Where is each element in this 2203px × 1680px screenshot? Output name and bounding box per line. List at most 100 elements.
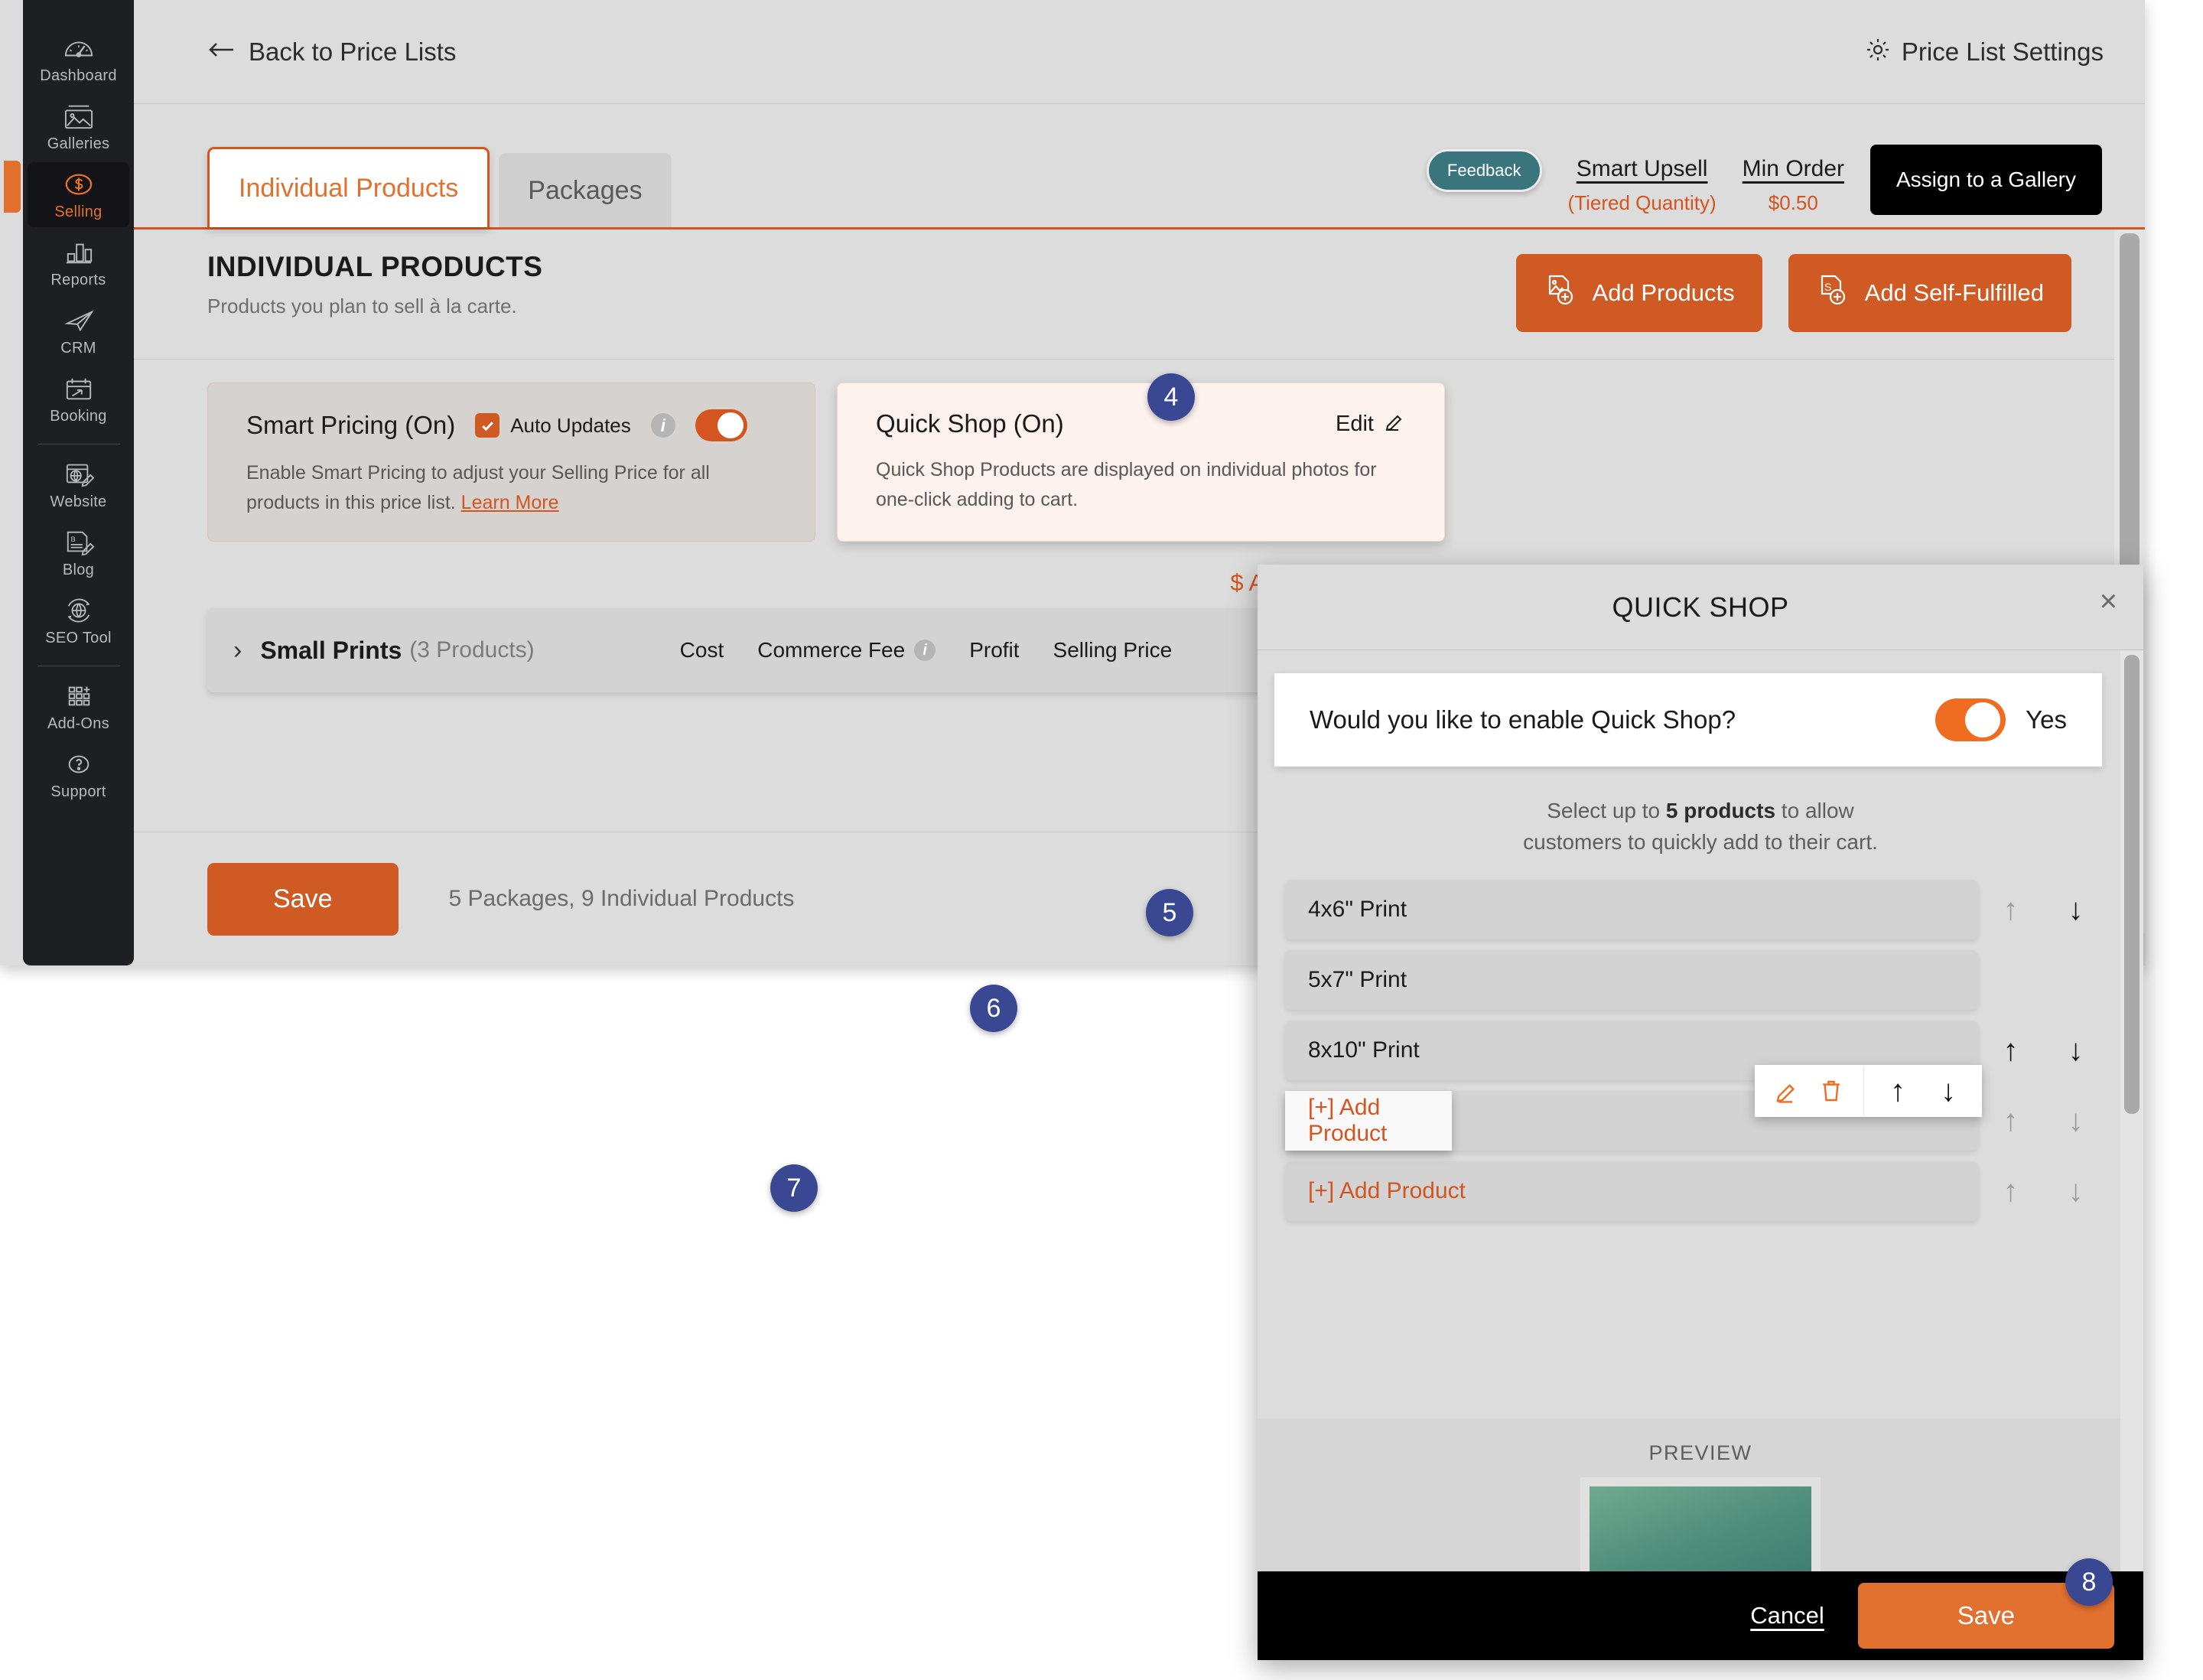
auto-updates-checkbox-wrap[interactable]: Auto Updates [475, 413, 631, 438]
auto-updates-label: Auto Updates [510, 413, 631, 437]
tabs: Individual Products Packages [207, 147, 672, 227]
chevron-right-icon[interactable]: › [233, 636, 242, 666]
sidebar-item-blog[interactable]: B Blog [28, 520, 129, 585]
sidebar-item-booking[interactable]: Booking [28, 366, 129, 431]
top-bar: Back to Price Lists Price List Settings [134, 0, 2145, 104]
screen-root: Dashboard Galleries Selling Reports CRM … [0, 0, 2203, 1680]
sidebar-item-seo-tool[interactable]: SEO Tool [28, 588, 129, 653]
gear-icon [1865, 37, 1891, 67]
back-to-price-lists-button[interactable]: Back to Price Lists [207, 37, 456, 67]
select-note-suffix: to allow [1775, 799, 1854, 822]
sidebar-item-label: Support [50, 783, 106, 800]
sidebar-item-label: Website [50, 493, 107, 510]
section-buttons: Add Products S Add Self-Fulfilled [1515, 254, 2071, 332]
add-self-fulfilled-button[interactable]: S Add Self-Fulfilled [1788, 254, 2071, 332]
smart-upsell-title: Smart Upsell [1576, 156, 1708, 181]
sidebar-item-label: SEO Tool [45, 630, 112, 646]
product-group-count: (3 Products) [409, 637, 535, 663]
arrow-down-icon[interactable]: ↓ [2068, 1176, 2084, 1206]
save-button[interactable]: Save [207, 862, 399, 936]
smart-pricing-toggle[interactable] [695, 409, 747, 441]
add-product-doc-icon [1544, 274, 1576, 312]
feedback-button[interactable]: Feedback [1426, 149, 1542, 192]
section-header: INDIVIDUAL PRODUCTS Products you plan to… [134, 230, 2145, 360]
arrow-up-icon[interactable]: ↑ [2003, 1035, 2019, 1066]
trash-icon[interactable] [1817, 1077, 1845, 1105]
min-order-title: Min Order [1742, 156, 1844, 181]
learn-more-link[interactable]: Learn More [461, 492, 559, 513]
sidebar-item-crm[interactable]: CRM [28, 298, 129, 363]
column-header-cost: Cost [679, 638, 724, 662]
enable-quick-shop-row: Would you like to enable Quick Shop? Yes [1274, 673, 2102, 767]
modal-header: QUICK SHOP × [1258, 565, 2143, 650]
arrow-down-icon[interactable]: ↓ [2068, 894, 2084, 925]
add-product-button[interactable]: [+] Add Product [1285, 1091, 1452, 1151]
arrow-up-icon[interactable]: ↑ [2003, 1176, 2019, 1206]
arrow-left-icon [207, 40, 235, 63]
enable-quick-shop-toggle[interactable] [1935, 698, 2006, 741]
page-subtitle: Products you plan to sell à la carte. [207, 295, 517, 317]
sidebar-item-label: Add-Ons [47, 715, 110, 732]
reorder-arrows: ↑ ↓ [1978, 1176, 2108, 1206]
row-action-reorder-group: ↑ ↓ [1864, 1065, 1982, 1117]
add-product-button[interactable]: [+] Add Product [1285, 1161, 1978, 1221]
tab-packages[interactable]: Packages [499, 153, 672, 227]
arrow-down-icon[interactable]: ↓ [2068, 1035, 2084, 1066]
assign-to-gallery-button[interactable]: Assign to a Gallery [1870, 145, 2102, 215]
sidebar-item-selling[interactable]: Selling [4, 161, 129, 227]
smart-pricing-title: Smart Pricing (On) [246, 411, 456, 439]
add-self-fulfilled-icon: S [1816, 274, 1848, 312]
blog-pencil-icon: B [61, 528, 96, 557]
min-order-value: $0.50 [1768, 191, 1818, 214]
bar-chart-icon [61, 238, 96, 267]
column-header-profit: Profit [969, 638, 1020, 662]
checkbox-checked-icon[interactable] [475, 413, 500, 438]
toggle-knob [717, 412, 744, 438]
step-badge-4: 4 [1147, 373, 1195, 421]
modal-scrollbar-track[interactable] [2120, 650, 2143, 1571]
sidebar-item-dashboard[interactable]: Dashboard [28, 26, 129, 91]
quick-shop-header: Quick Shop (On) Edit [876, 409, 1406, 438]
quick-shop-product-list: 4x6" Print ↑ ↓ 5x7" Print 8x10" Print ↑ … [1285, 880, 2108, 1232]
arrow-down-icon[interactable]: ↓ [1941, 1076, 1956, 1106]
edit-label: Edit [1336, 411, 1374, 436]
preview-card [1580, 1477, 1821, 1571]
sidebar-item-website[interactable]: Website [28, 452, 129, 517]
sidebar-item-add-ons[interactable]: Add-Ons [28, 674, 129, 739]
product-pill[interactable]: 5x7" Print [1285, 950, 1978, 1010]
modal-body: Would you like to enable Quick Shop? Yes… [1258, 650, 2143, 1571]
image-icon [61, 102, 96, 131]
quick-shop-description: Quick Shop Products are displayed on ind… [876, 459, 1377, 510]
cancel-button[interactable]: Cancel [1750, 1602, 1824, 1630]
commerce-fee-info-icon[interactable]: i [914, 640, 936, 661]
select-note-prefix: Select up to [1547, 799, 1666, 822]
quick-shop-edit-button[interactable]: Edit [1336, 409, 1406, 438]
info-icon[interactable]: i [650, 413, 675, 438]
select-note-line2: customers to quickly add to their cart. [1523, 829, 1878, 854]
add-products-button[interactable]: Add Products [1515, 254, 1762, 332]
arrow-up-icon[interactable]: ↑ [2003, 1105, 2019, 1136]
arrow-up-icon[interactable]: ↑ [1890, 1076, 1905, 1106]
step-badge-8: 8 [2065, 1558, 2113, 1606]
add-products-label: Add Products [1592, 279, 1735, 306]
sidebar-item-reports[interactable]: Reports [28, 230, 129, 295]
sidebar-item-galleries[interactable]: Galleries [28, 94, 129, 159]
preview-section: PREVIEW [1258, 1418, 2143, 1571]
price-list-settings-button[interactable]: Price List Settings [1865, 37, 2104, 67]
sidebar-item-support[interactable]: Support [28, 742, 129, 807]
close-icon[interactable]: × [2100, 586, 2117, 617]
feature-cards-row: Smart Pricing (On) Auto Updates i Enable… [207, 383, 1445, 542]
dollar-circle-icon [61, 170, 96, 199]
min-order-link[interactable]: Min Order $0.50 [1743, 156, 1844, 215]
seo-globe-icon [61, 596, 96, 625]
reorder-arrows: ↑ ↓ [1978, 1035, 2108, 1066]
top-actions: Feedback Smart Upsell (Tiered Quantity) … [1426, 145, 2102, 215]
arrow-up-icon[interactable]: ↑ [2003, 894, 2019, 925]
pencil-icon[interactable] [1773, 1077, 1801, 1105]
modal-scrollbar-thumb[interactable] [2124, 655, 2140, 1114]
product-pill[interactable]: 4x6" Print [1285, 880, 1978, 939]
arrow-down-icon[interactable]: ↓ [2068, 1105, 2084, 1136]
tab-individual-products[interactable]: Individual Products [207, 147, 490, 227]
toggle-knob [1965, 702, 2001, 737]
smart-upsell-link[interactable]: Smart Upsell (Tiered Quantity) [1568, 156, 1717, 215]
